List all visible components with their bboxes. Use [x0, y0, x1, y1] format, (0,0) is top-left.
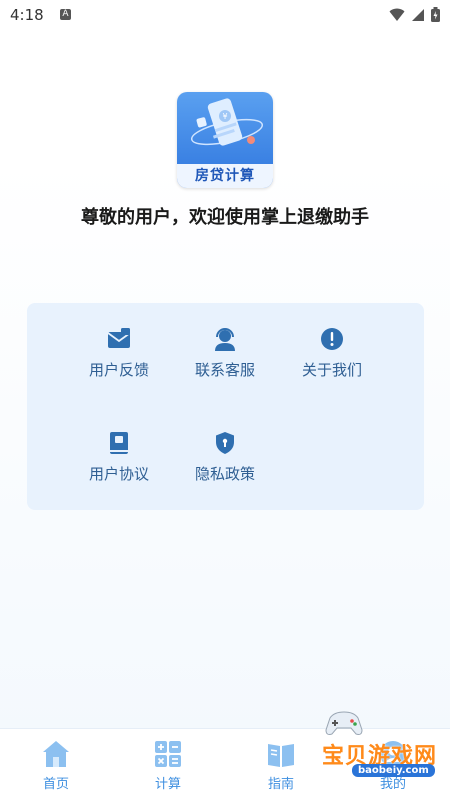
menu-item-contact-service[interactable]: 联系客服 — [170, 327, 280, 397]
watermark-url: baobeiy.com — [352, 764, 435, 777]
home-icon — [43, 741, 69, 767]
svg-text:¥: ¥ — [222, 112, 227, 121]
menu-item-feedback[interactable]: 用户反馈 — [64, 327, 174, 397]
app-logo: ¥ 房贷计算 — [177, 92, 273, 188]
menu-label-contact-service: 联系客服 — [194, 361, 255, 379]
signal-icon — [412, 8, 424, 21]
menu-label-feedback: 用户反馈 — [88, 361, 149, 379]
customer-service-headset-icon — [215, 328, 235, 351]
feedback-envelope-icon — [107, 328, 131, 348]
status-time: 4:18 — [10, 6, 44, 24]
nav-label-calculate: 计算 — [154, 777, 181, 792]
menu-label-about-us: 关于我们 — [301, 361, 362, 379]
battery-icon — [431, 7, 440, 22]
guide-book-icon — [268, 744, 294, 767]
nav-item-home[interactable]: 首页 — [21, 739, 91, 792]
nav-item-calculate[interactable]: 计算 — [133, 739, 203, 792]
privacy-shield-icon — [216, 432, 234, 454]
status-bar: 4:18 A — [0, 0, 450, 30]
menu-item-privacy-policy[interactable]: 隐私政策 — [170, 431, 280, 501]
menu-card: 用户反馈 联系客服 关于我们 用户协议 隐私政策 — [27, 303, 424, 510]
info-exclamation-icon — [321, 328, 343, 350]
notification-a-icon: A — [60, 9, 71, 20]
menu-item-about-us[interactable]: 关于我们 — [277, 327, 387, 397]
menu-label-user-agreement: 用户协议 — [88, 465, 149, 483]
watermark: 宝贝游戏网 baobeiy.com — [300, 708, 440, 788]
calculator-icon — [155, 741, 181, 767]
wifi-icon — [389, 8, 405, 21]
status-icons — [389, 7, 440, 22]
menu-item-user-agreement[interactable]: 用户协议 — [64, 431, 174, 501]
menu-label-privacy-policy: 隐私政策 — [194, 465, 255, 483]
phone-calculator-graphic: ¥ — [190, 98, 264, 146]
app-logo-label: 房贷计算 — [177, 164, 273, 188]
gamepad-icon — [325, 711, 363, 735]
nav-label-home: 首页 — [42, 777, 69, 792]
agreement-book-icon — [110, 432, 128, 454]
welcome-text: 尊敬的用户，欢迎使用掌上退缴助手 — [81, 207, 369, 228]
